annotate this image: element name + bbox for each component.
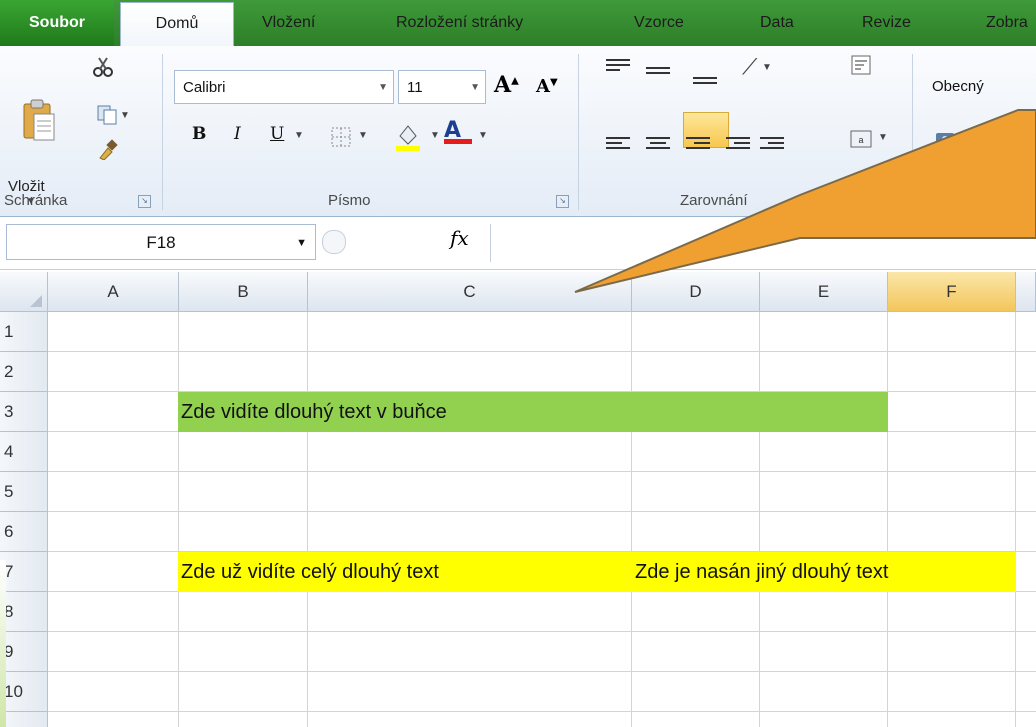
- slide-accent: [0, 560, 6, 727]
- svg-text:a: a: [858, 135, 863, 145]
- copy-icon[interactable]: [96, 104, 118, 126]
- gridline: [631, 312, 632, 727]
- copy-dropdown-icon[interactable]: ▼: [120, 110, 130, 121]
- column-header-c[interactable]: C: [308, 272, 632, 312]
- separator: [162, 54, 163, 210]
- row-header-1[interactable]: 1: [0, 312, 48, 352]
- cell-b3[interactable]: Zde vidíte dlouhý text v buňce: [178, 392, 888, 432]
- font-size-value: 11: [407, 79, 423, 96]
- shrink-font-button[interactable]: A▼: [536, 76, 558, 97]
- column-header-a[interactable]: A: [48, 272, 179, 312]
- name-box[interactable]: F18 ▼: [6, 224, 316, 260]
- insert-function-icon[interactable]: fx: [450, 226, 469, 250]
- column-header-g[interactable]: [1016, 272, 1036, 312]
- orientation-dropdown-icon[interactable]: ▼: [762, 62, 772, 73]
- align-bottom-icon: [693, 74, 717, 92]
- column-header-d[interactable]: D: [632, 272, 760, 312]
- align-top-icon[interactable]: [606, 56, 630, 74]
- chevron-down-icon: ▼: [378, 82, 388, 93]
- column-header-e[interactable]: E: [760, 272, 888, 312]
- gridline: [307, 312, 308, 727]
- tab-insert[interactable]: Vložení: [262, 0, 315, 46]
- tab-page-layout[interactable]: Rozložení stránky: [396, 0, 523, 46]
- row-header-9[interactable]: 9: [0, 632, 48, 672]
- formula-input[interactable]: [496, 224, 1036, 260]
- format-painter-icon[interactable]: [96, 138, 118, 160]
- clipboard-launcher-icon[interactable]: ↘: [138, 195, 151, 208]
- gridline: [759, 312, 760, 727]
- formula-bar-circle-icon: [322, 230, 346, 254]
- name-box-value: F18: [146, 233, 176, 252]
- tab-data[interactable]: Data: [760, 0, 794, 46]
- merge-dropdown-icon[interactable]: ▼: [878, 132, 888, 143]
- row-header-10[interactable]: 10: [0, 672, 48, 712]
- number-format-combobox[interactable]: Obecný: [924, 70, 1036, 104]
- increase-indent-icon[interactable]: [760, 134, 784, 152]
- underline-dropdown-icon[interactable]: ▼: [294, 130, 304, 141]
- font-color-dropdown-icon[interactable]: ▼: [478, 130, 488, 141]
- column-header-f[interactable]: F: [888, 272, 1016, 312]
- row-header-4[interactable]: 4: [0, 432, 48, 472]
- currency-icon[interactable]: [934, 128, 956, 150]
- gridline: [1015, 312, 1016, 727]
- gridline: [178, 312, 179, 727]
- tab-formulas[interactable]: Vzorce: [634, 0, 684, 46]
- select-all-corner[interactable]: [0, 272, 48, 312]
- row-header-2[interactable]: 2: [0, 352, 48, 392]
- borders-icon[interactable]: [330, 126, 352, 148]
- fill-color-dropdown-icon[interactable]: ▼: [430, 130, 440, 141]
- align-middle-icon[interactable]: [646, 64, 670, 82]
- row-header-3[interactable]: 3: [0, 392, 48, 432]
- cell-b7[interactable]: Zde už vidíte celý dlouhý text: [178, 552, 632, 592]
- tab-home[interactable]: Domů: [120, 2, 234, 48]
- row-header-8[interactable]: 8: [0, 592, 48, 632]
- font-size-combobox[interactable]: 11 ▼: [398, 70, 486, 104]
- chevron-down-icon: ▼: [470, 82, 480, 93]
- wrap-text-icon[interactable]: [850, 54, 872, 76]
- row-header-11[interactable]: [0, 712, 48, 727]
- group-alignment-label: Zarovnání: [680, 192, 748, 209]
- group-font-label: Písmo: [328, 192, 371, 209]
- separator: [578, 54, 579, 210]
- orientation-icon[interactable]: ⟋: [742, 54, 757, 80]
- tab-view[interactable]: Zobra: [986, 0, 1028, 46]
- bold-button[interactable]: B: [192, 124, 206, 144]
- row-header-6[interactable]: 6: [0, 512, 48, 552]
- merge-icon[interactable]: a: [850, 128, 872, 150]
- row-header-7[interactable]: 7: [0, 552, 48, 592]
- tab-file[interactable]: Soubor: [0, 0, 114, 46]
- font-color-icon[interactable]: A: [444, 118, 472, 144]
- align-left-icon[interactable]: [606, 134, 630, 152]
- align-right-icon[interactable]: [686, 134, 710, 152]
- fill-color-icon[interactable]: [394, 122, 422, 152]
- column-header-b[interactable]: B: [179, 272, 308, 312]
- clipboard-icon[interactable]: [22, 98, 56, 142]
- font-name-value: Calibri: [183, 79, 226, 96]
- excel-window: Soubor Domů Vložení Rozložení stránky Vz…: [0, 0, 1036, 727]
- select-all-icon: [30, 295, 42, 307]
- row-header-5[interactable]: 5: [0, 472, 48, 512]
- italic-button[interactable]: I: [234, 124, 241, 144]
- font-launcher-icon[interactable]: ↘: [556, 195, 569, 208]
- align-center-icon[interactable]: [646, 134, 670, 152]
- underline-button[interactable]: U: [270, 124, 284, 144]
- ribbon: Vložit ▼ ▼ Schránka ↘ Calibri ▼ 11 ▼ A▲ …: [0, 46, 1036, 217]
- ribbon-tabs: Soubor Domů Vložení Rozložení stránky Vz…: [0, 0, 1036, 48]
- cell-d7[interactable]: Zde je nasán jiný dlouhý text: [632, 552, 1016, 592]
- font-name-combobox[interactable]: Calibri ▼: [174, 70, 394, 104]
- number-format-value: Obecný: [932, 78, 984, 95]
- separator: [490, 224, 491, 262]
- decrease-indent-icon[interactable]: [726, 134, 750, 152]
- group-clipboard-label: Schránka: [4, 192, 68, 209]
- grow-font-button[interactable]: A▲: [494, 72, 519, 98]
- borders-dropdown-icon[interactable]: ▼: [358, 130, 368, 141]
- cut-icon[interactable]: [92, 56, 114, 78]
- chevron-down-icon[interactable]: ▼: [296, 225, 307, 261]
- gridline: [887, 312, 888, 727]
- tab-review[interactable]: Revize: [862, 0, 911, 46]
- separator: [912, 54, 913, 210]
